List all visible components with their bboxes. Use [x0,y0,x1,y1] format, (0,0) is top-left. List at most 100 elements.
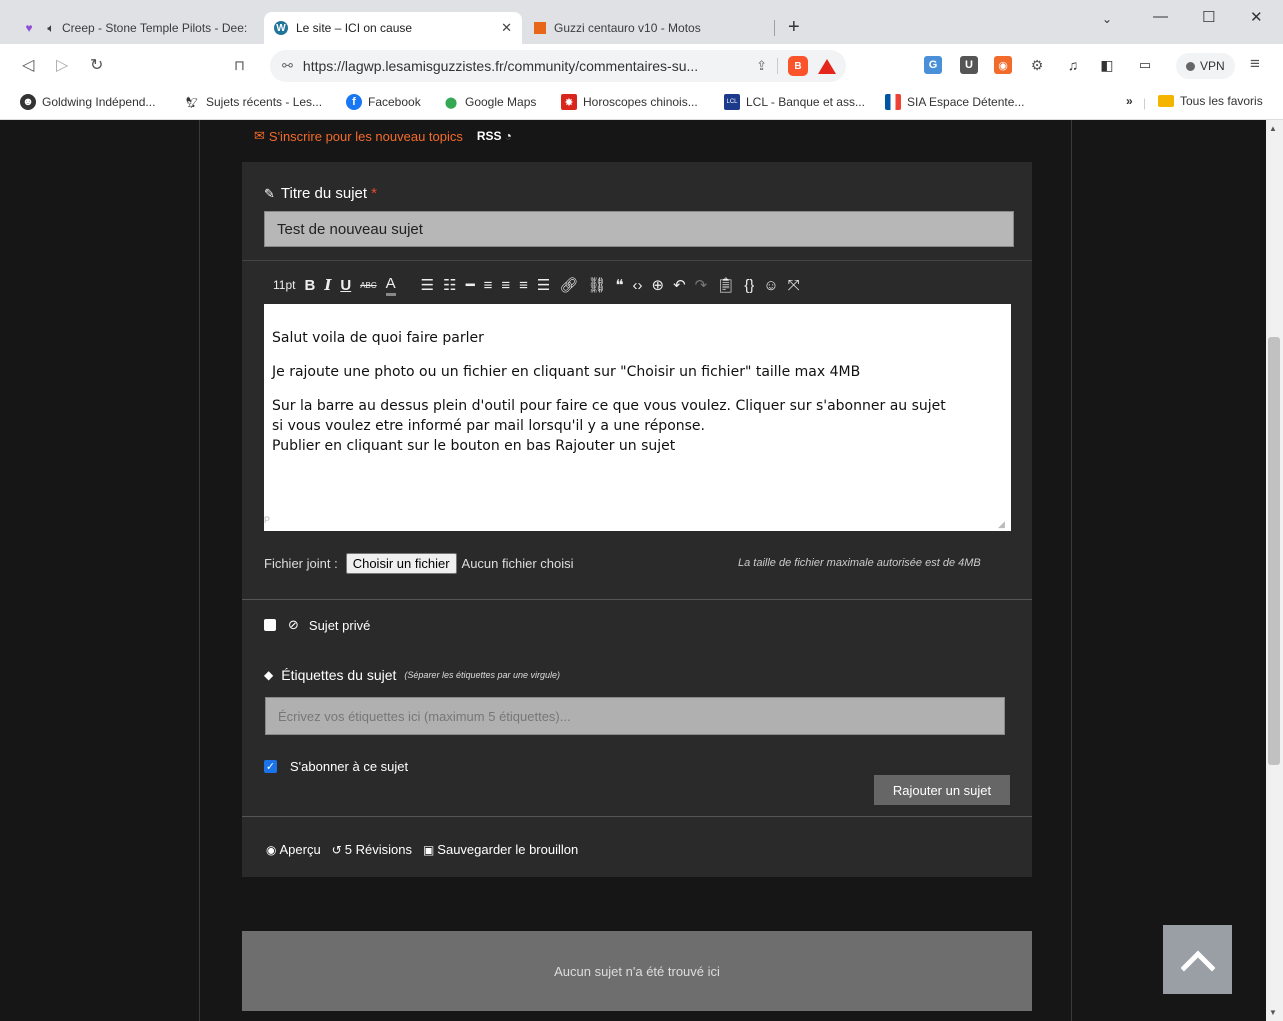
align-center-icon[interactable]: ≡ [501,273,510,297]
editor-path: P [264,515,271,525]
close-tab-icon[interactable]: ✕ [501,20,512,36]
undo-icon[interactable]: ↶ [673,273,686,297]
back-icon[interactable]: ◁ [22,55,34,75]
add-topic-button[interactable]: Rajouter un sujet [874,775,1010,805]
font-size-select[interactable]: 11pt [273,273,295,297]
align-right-icon[interactable]: ≡ [519,273,528,297]
site-info-icon[interactable]: ⚯ [282,58,293,74]
resize-handle-icon[interactable]: ◢ [998,519,1005,530]
brave-rewards-icon[interactable] [818,58,836,74]
menu-icon[interactable]: ≡ [1250,54,1260,74]
fullscreen-icon[interactable]: ⤧ [788,273,800,297]
preview-button[interactable]: ◉ Aperçu [266,842,321,857]
forward-icon[interactable]: ▷ [56,55,68,75]
bookmark-label: Horoscopes chinois... [583,95,698,109]
heart-icon: ♥ [25,21,33,35]
brave-shields-icon[interactable]: B [788,56,808,76]
emoji-icon[interactable]: ☺ [763,273,778,297]
strikethrough-icon[interactable]: ABC [360,273,376,297]
italic-icon[interactable]: I [324,273,331,297]
unlink-icon[interactable]: ⛓ [587,273,606,297]
subscribe-new-topics-link[interactable]: ✉ S'inscrire pour les nouveau topics [254,128,463,144]
bookmark-lcl[interactable]: LCL LCL - Banque et ass... [724,94,865,110]
tab-search-icon[interactable]: ⌄ [1102,12,1112,26]
subscribe-topic-row: ✓ S'abonner à ce sujet [264,759,408,774]
insert-icon[interactable]: ⊕ [652,273,665,297]
blockquote-icon[interactable]: ❝ [615,273,623,297]
new-tab-icon[interactable]: + [788,16,800,39]
topic-title-input[interactable]: Test de nouveau sujet [264,211,1014,247]
share-icon[interactable]: ⇪ [756,58,767,74]
reload-icon[interactable]: ↻ [90,55,103,75]
redo-icon[interactable]: ↷ [695,273,708,297]
private-checkbox[interactable] [264,619,276,631]
subscribe-topic-label[interactable]: S'abonner à ce sujet [290,759,408,774]
eagle-icon: 🦅︎ [185,96,199,109]
vpn-button[interactable]: VPN [1176,53,1235,79]
extensions-puzzle-icon[interactable]: ⚙ [1028,56,1046,74]
bold-icon[interactable]: B [304,273,315,297]
eye-slash-icon: ⊘ [288,617,299,632]
column-border-left [199,120,200,1021]
source-code-icon[interactable]: {} [744,273,754,297]
bullet-list-icon[interactable]: ☰ [421,273,434,297]
tags-input[interactable]: Écrivez vos étiquettes ici (maximum 5 ét… [265,697,1005,735]
minimize-icon[interactable]: — [1153,8,1168,25]
text-color-icon[interactable]: A [385,274,396,296]
bookmark-facebook[interactable]: f Facebook [346,94,421,110]
back-to-top-button[interactable] [1163,925,1232,994]
align-left-icon[interactable]: ≡ [484,273,493,297]
browser-toolbar: ◁ ▷ ↻ ⊓ ⚯ https://lagwp.lesamisguzzistes… [0,44,1283,88]
revisions-button[interactable]: ↺ 5 Révisions [332,842,412,857]
choose-file-button[interactable]: Choisir un fichier [345,553,457,574]
numbered-list-icon[interactable]: ☷ [443,273,456,297]
bookmark-google-maps[interactable]: ⬤ Google Maps [443,94,537,110]
underline-icon[interactable]: U [340,273,351,297]
bookmark-horoscopes[interactable]: ✸ Horoscopes chinois... [561,94,698,110]
bookmarks-overflow[interactable]: » [1126,94,1133,108]
editor-content[interactable]: Salut voila de quoi faire parler Je rajo… [264,304,1011,531]
all-bookmarks-folder[interactable]: Tous les favoris [1158,94,1263,108]
tab-label: Le site – ICI on cause [296,21,413,35]
save-draft-button[interactable]: ▣ Sauvegarder le brouillon [423,842,578,857]
bookmark-goldwing[interactable]: ☻ Goldwing Indépend... [20,94,155,110]
bookmark-icon[interactable]: ⊓ [234,57,245,74]
editor-paragraph: Je rajoute une photo ou un fichier en cl… [272,364,861,380]
private-label[interactable]: Sujet privé [309,618,370,633]
paste-icon[interactable]: 📋︎ [716,273,735,297]
justify-icon[interactable]: ☰ [537,273,550,297]
horoscope-icon: ✸ [561,94,577,110]
editor-paragraph: Sur la barre au dessus plein d'outil pou… [272,398,946,454]
bookmark-sujets-recents[interactable]: 🦅︎ Sujets récents - Les... [184,94,322,110]
tab-le-site[interactable]: W Le site – ICI on cause ✕ [264,12,522,44]
scrollbar-thumb[interactable] [1268,337,1280,765]
divider [242,599,1032,600]
rss-extension-icon[interactable]: ◉ [994,56,1012,74]
scroll-up-arrow-icon[interactable]: ▲ [1269,124,1277,133]
bookmarks-divider: | [1143,96,1147,110]
max-size-hint: La taille de fichier maximale autorisée … [738,557,981,569]
bitwarden-icon[interactable]: U [960,56,978,74]
maximize-icon[interactable]: ☐ [1202,8,1215,26]
tab-guzzi[interactable]: Guzzi centauro v10 - Motos [524,12,774,44]
link-icon[interactable]: 🔗︎ [559,273,578,297]
code-icon[interactable]: ‹› [633,273,643,297]
close-window-icon[interactable]: ✕ [1250,8,1263,26]
address-bar[interactable]: ⚯ https://lagwp.lesamisguzzistes.fr/comm… [270,50,846,82]
scroll-down-arrow-icon[interactable]: ▼ [1269,1008,1277,1017]
tag-icon: ◆ [264,668,274,682]
required-marker: * [371,185,377,202]
translate-extension-icon[interactable]: G [924,56,942,74]
audio-icon[interactable]: 🔈︎ [44,21,58,35]
wallet-icon[interactable]: ▭ [1136,56,1154,74]
tab-creep[interactable]: ♥ 🔈︎ Creep - Stone Temple Pilots - Dee: [12,12,262,44]
subscribe-checkbox[interactable]: ✓ [264,760,277,773]
save-icon: ▣ [422,842,435,857]
rss-link[interactable]: RSS ◔ [477,129,512,143]
bookmark-sia[interactable]: SIA Espace Détente... [885,94,1024,110]
media-icon[interactable]: ♫ [1064,56,1082,74]
sidebar-icon[interactable]: ◧ [1098,56,1116,74]
url-text[interactable]: https://lagwp.lesamisguzzistes.fr/commun… [303,58,698,74]
preview-label: Aperçu [279,842,321,857]
horizontal-rule-icon[interactable]: ━ [466,273,475,297]
